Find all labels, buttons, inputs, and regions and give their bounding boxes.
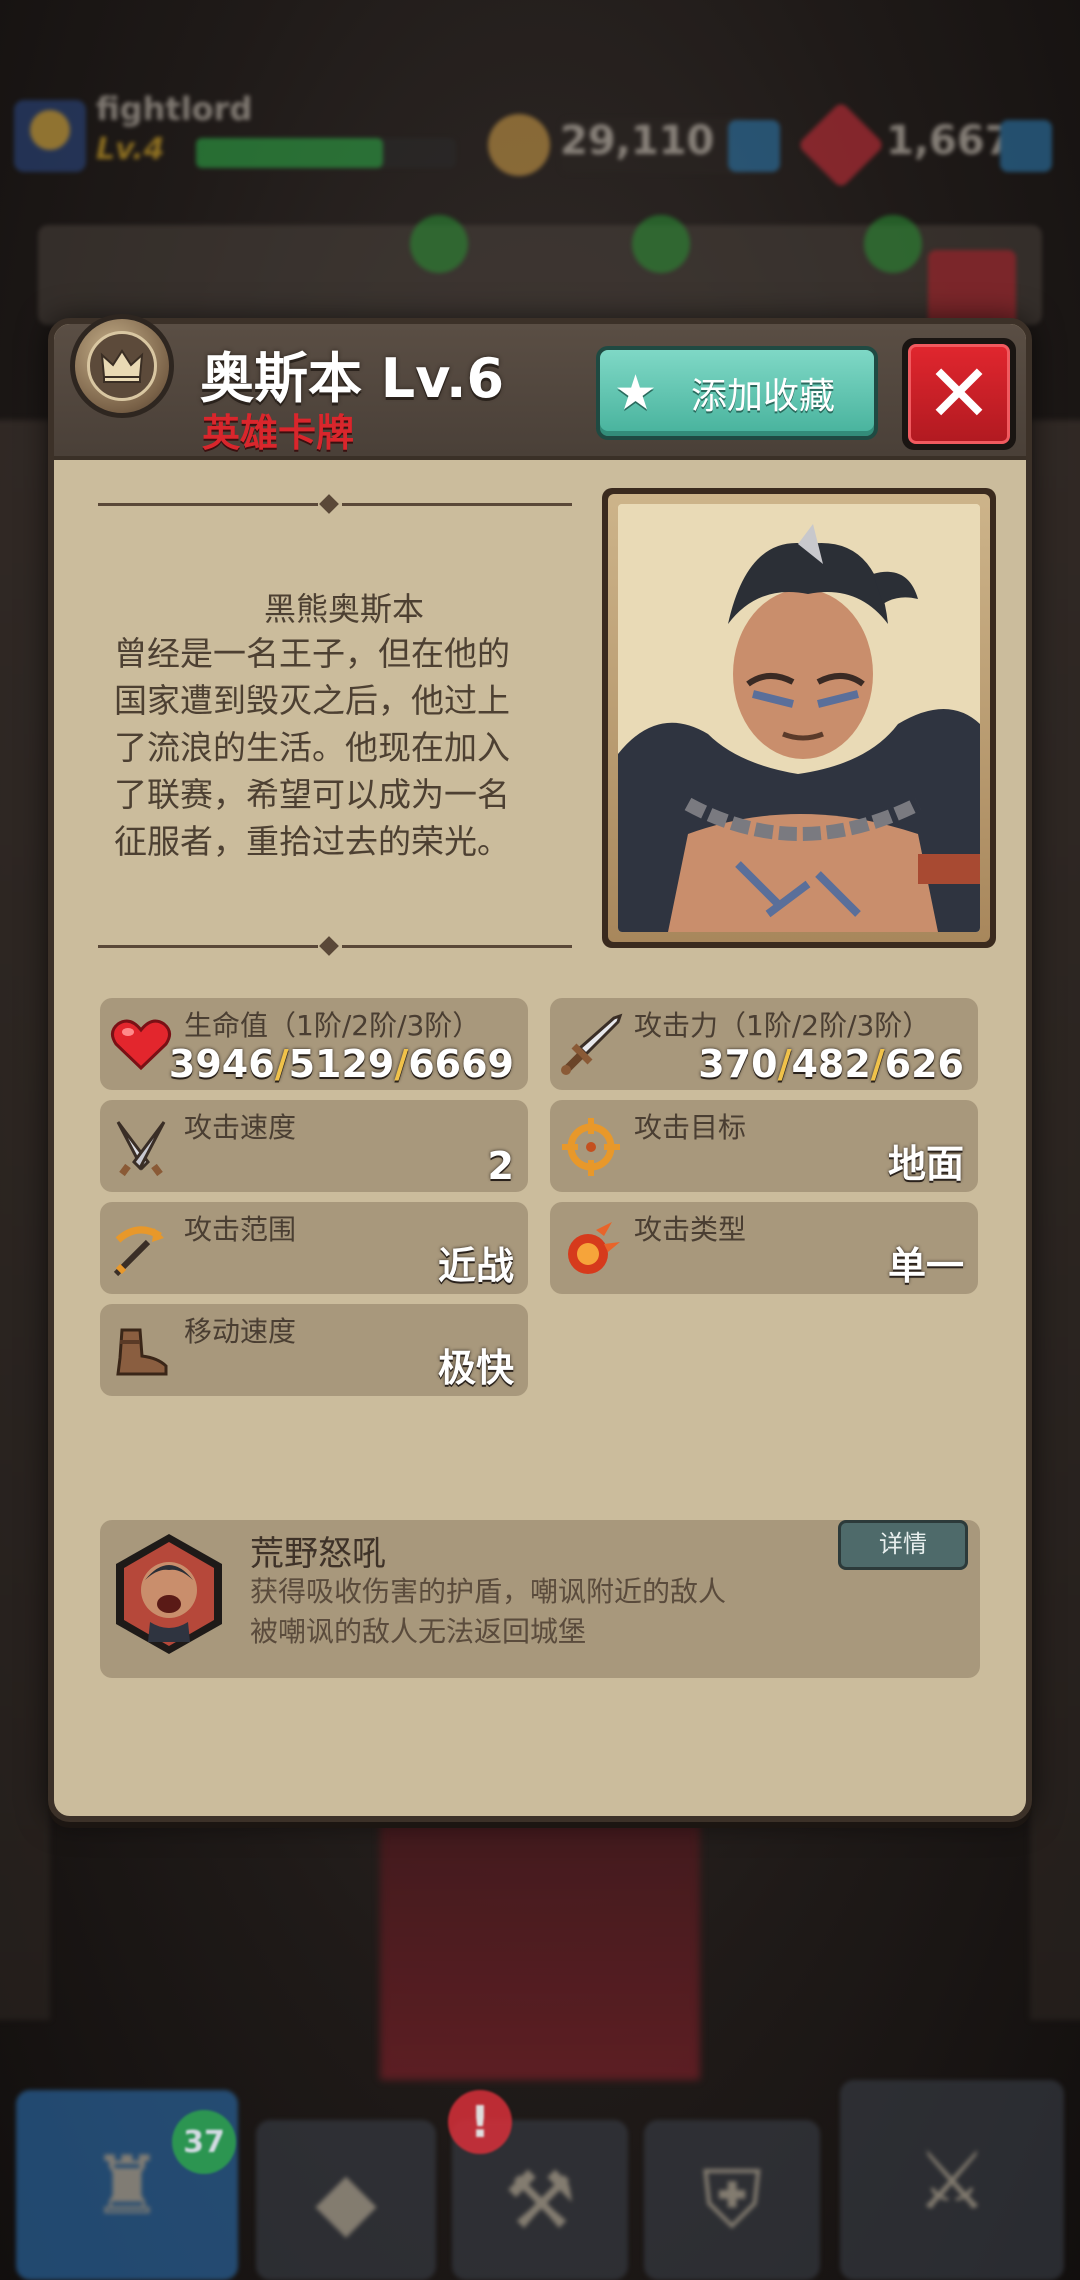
- background-pillar: [0, 420, 50, 2020]
- atk-tier-1: 370: [698, 1042, 778, 1086]
- background-pillar: [1030, 420, 1080, 2020]
- stat-move-speed-label: 移动速度: [184, 1315, 297, 1348]
- add-favorite-label: 添加收藏: [691, 376, 836, 417]
- stat-attack: 攻击力（1阶/2阶/3阶） 370/482/626: [550, 998, 978, 1090]
- hp-tier-2: 5129: [288, 1042, 395, 1086]
- player-level: Lv.4: [96, 132, 165, 167]
- hero-card-dialog: 奥斯本 Lv.6 英雄卡牌 ★ 添加收藏 ✕ 黑熊奥斯本 曾经是一名王子，但在他…: [48, 314, 1032, 1822]
- hero-portrait-image: [618, 504, 980, 932]
- player-avatar: [14, 100, 86, 172]
- crosshair-icon: [562, 1118, 620, 1176]
- nav-alert-badge: !: [448, 2090, 512, 2154]
- lore-line: 国家遭到毁灭之后，他过上: [114, 681, 510, 720]
- background-carpet: [380, 1820, 700, 2080]
- atk-tier-3: 626: [884, 1042, 964, 1086]
- boot-icon: [116, 1328, 168, 1376]
- treasure-icon: ◆: [315, 2153, 377, 2247]
- xp-bar: [196, 138, 456, 168]
- stat-attack-target-label: 攻击目标: [634, 1111, 747, 1144]
- stat-move-speed-value: 极快: [437, 1346, 514, 1390]
- stat-attack-speed-value: 2: [487, 1144, 514, 1188]
- star-icon: ★: [614, 365, 658, 421]
- skill-panel: 荒野怒吼 获得吸收伤害的护盾，嘲讽附近的敌人 被嘲讽的敌人无法返回城堡 详情: [100, 1520, 980, 1678]
- lore-title: 黑熊奥斯本: [263, 590, 424, 628]
- lore-line: 了联赛，希望可以成为一名: [114, 775, 510, 814]
- stat-attack-range: 攻击范围 近战: [100, 1202, 528, 1294]
- add-gem-button[interactable]: [1000, 120, 1052, 172]
- stat-attack-speed: 攻击速度 2: [100, 1100, 528, 1192]
- tab-badge: [632, 215, 690, 273]
- lore-line: 曾经是一名王子，但在他的: [114, 634, 510, 673]
- skill-name: 荒野怒吼: [250, 1534, 386, 1574]
- lore-text: 曾经是一名王子，但在他的 国家遭到毁灭之后，他过上 了流浪的生活。他现在加入 了…: [114, 630, 554, 865]
- heart-icon: [111, 1019, 171, 1071]
- stat-attack-speed-label: 攻击速度: [184, 1111, 297, 1144]
- stat-attack-range-label: 攻击范围: [184, 1213, 297, 1246]
- hero-portrait: [602, 488, 996, 948]
- top-hud: fightlord Lv.4 29,110 1,667: [0, 90, 1080, 200]
- player-name: fightlord: [96, 90, 253, 128]
- roar-skill-icon: [116, 1534, 222, 1654]
- skill-description-line: 获得吸收伤害的护盾，嘲讽附近的敌人: [250, 1575, 727, 1608]
- skill-description-line: 被嘲讽的敌人无法返回城堡: [250, 1615, 587, 1648]
- skill-details-button[interactable]: 详情: [838, 1520, 968, 1570]
- stat-attack-value: 370/482/626: [698, 1042, 964, 1086]
- close-button[interactable]: ✕: [902, 338, 1016, 450]
- stat-hp-label: 生命值（1阶/2阶/3阶）: [184, 1009, 481, 1042]
- hp-tier-1: 3946: [168, 1042, 275, 1086]
- crossed-swords-icon: [116, 1121, 166, 1177]
- skill-description: 获得吸收伤害的护盾，嘲讽附近的敌人 被嘲讽的敌人无法返回城堡: [250, 1572, 726, 1652]
- atk-tier-2: 482: [791, 1042, 871, 1086]
- nav-battle-button[interactable]: ⚔: [840, 2080, 1064, 2280]
- stat-attack-target-value: 地面: [887, 1142, 964, 1186]
- stat-move-speed: 移动速度 极快: [100, 1304, 528, 1396]
- separator: /: [274, 1042, 289, 1086]
- separator: /: [394, 1042, 409, 1086]
- crown-rank-icon: [70, 314, 174, 418]
- nav-clan-button[interactable]: ⛨: [644, 2120, 820, 2280]
- lore-line: 征服者，重拾过去的荣光。: [114, 822, 510, 861]
- dialog-header: 奥斯本 Lv.6 英雄卡牌 ★ 添加收藏 ✕: [54, 314, 1026, 460]
- banner-icon: ⛨: [702, 2153, 762, 2246]
- tab-badge: [864, 215, 922, 273]
- gold-coin-icon: [488, 114, 550, 176]
- stat-attack-type-label: 攻击类型: [634, 1213, 747, 1246]
- separator: /: [870, 1042, 885, 1086]
- stat-attack-target: 攻击目标 地面: [550, 1100, 978, 1192]
- tab-badge: [410, 215, 468, 273]
- castle-icon: ♜: [91, 2138, 163, 2232]
- fire-burst-icon: [568, 1222, 620, 1274]
- stat-hp: 生命值（1阶/2阶/3阶） 3946/5129/6669: [100, 998, 528, 1090]
- bottom-nav: ♜ ◆ ⚒ ⛨ ⚔ 37 !: [0, 2070, 1080, 2280]
- stat-attack-type-value: 单一: [887, 1244, 964, 1288]
- divider-bottom: [98, 936, 572, 956]
- close-icon: ✕: [908, 344, 1010, 444]
- range-arrow-icon: [113, 1226, 164, 1277]
- add-favorite-button[interactable]: ★ 添加收藏: [596, 346, 878, 440]
- gold-amount: 29,110: [560, 118, 750, 174]
- nav-badge-count: 37: [172, 2110, 236, 2174]
- catapult-icon: ⚒: [504, 2153, 576, 2247]
- add-gold-button[interactable]: [728, 120, 780, 172]
- lore-line: 了流浪的生活。他现在加入: [114, 728, 510, 767]
- stat-attack-range-value: 近战: [437, 1244, 514, 1288]
- divider-top: [98, 494, 572, 514]
- hp-tier-3: 6669: [408, 1042, 514, 1086]
- stat-attack-type: 攻击类型 单一: [550, 1202, 978, 1294]
- crossed-weapons-icon: ⚔: [916, 2133, 988, 2227]
- stat-hp-value: 3946/5129/6669: [169, 1042, 514, 1086]
- nav-shop-button[interactable]: ◆: [256, 2120, 436, 2280]
- stat-attack-label: 攻击力（1阶/2阶/3阶）: [634, 1009, 931, 1042]
- separator: /: [777, 1042, 792, 1086]
- sword-icon: [561, 1013, 623, 1075]
- card-type-label: 英雄卡牌: [202, 411, 355, 455]
